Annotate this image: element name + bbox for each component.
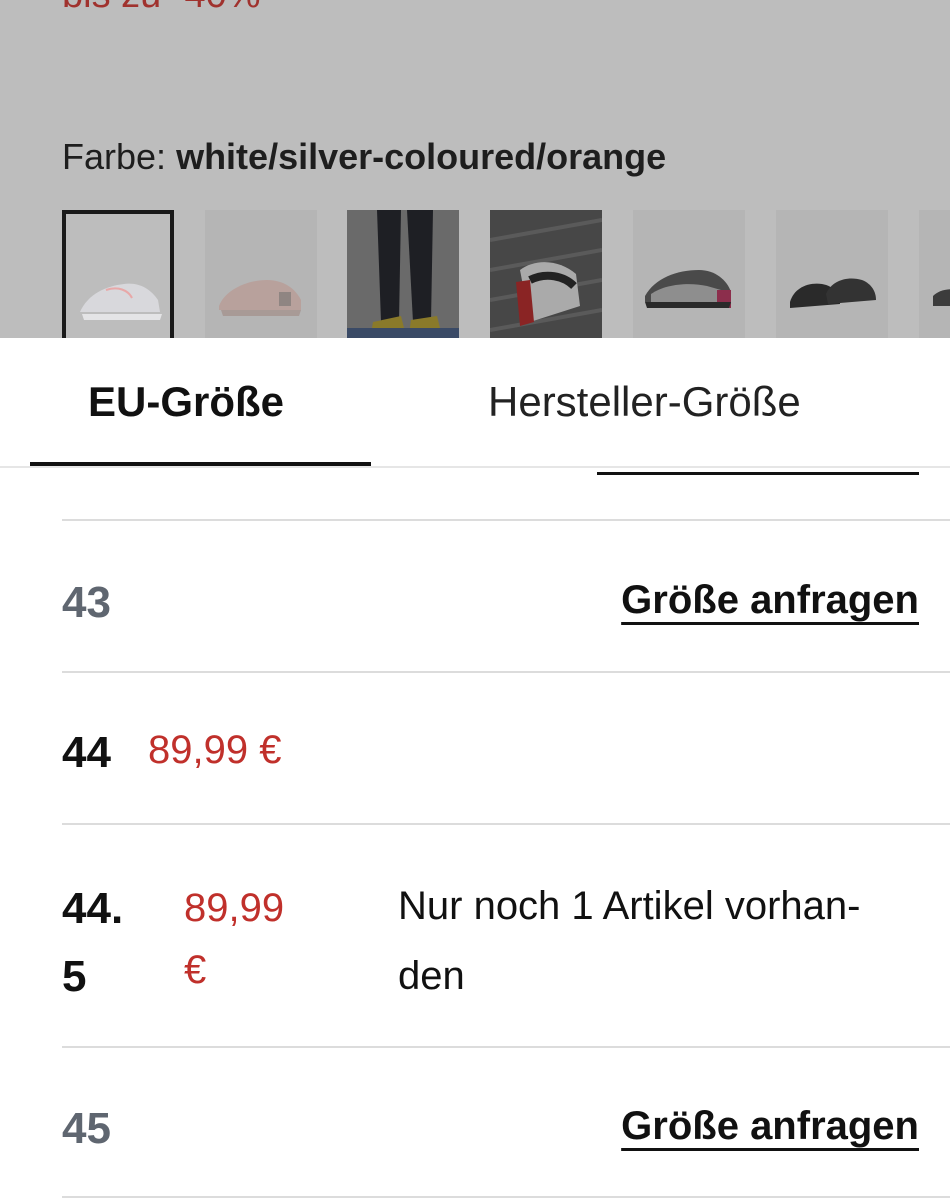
size-selection-sheet: EU-Größe Hersteller-Größe 43 Größe anfra… (0, 338, 950, 1200)
row-divider (62, 1196, 950, 1198)
promo-text: bis zu -40% (62, 0, 261, 17)
black-sneaker-thumbnail[interactable] (776, 210, 888, 338)
size-price-line2: € (184, 948, 207, 992)
color-thumbnails (62, 210, 950, 338)
row-divider (62, 671, 950, 673)
black-red-sneaker-thumbnail[interactable] (490, 210, 602, 338)
worn-trousers-thumbnail[interactable] (347, 210, 459, 338)
size-price: 89,99 € (148, 728, 282, 772)
pink-sneaker-thumbnail[interactable] (205, 210, 317, 338)
product-details-dimmed: bis zu -40% Farbe: white/silver-coloured… (0, 0, 950, 338)
silver-pink-sneaker-thumbnail[interactable] (633, 210, 745, 338)
color-label: Farbe: (62, 136, 167, 177)
tabs-divider (0, 466, 950, 468)
low-stock-notice-line1: Nur noch 1 Artikel vorhan- (398, 884, 861, 928)
size-value-45: 45 (62, 1104, 111, 1153)
size-value-44-5-line1[interactable]: 44. (62, 884, 123, 934)
partial-request-size-link[interactable] (597, 472, 919, 475)
request-size-link[interactable]: Größe anfragen (621, 1104, 919, 1149)
white-sneaker-thumbnail[interactable] (62, 210, 174, 338)
low-stock-notice-line2: den (398, 954, 465, 998)
size-value-43: 43 (62, 578, 111, 627)
tab-manufacturer-size[interactable]: Hersteller-Größe (488, 378, 801, 426)
color-line: Farbe: white/silver-coloured/orange (62, 136, 666, 178)
size-tabs: EU-Größe Hersteller-Größe (0, 338, 950, 468)
size-value-44-5-line2[interactable]: 5 (62, 952, 86, 1002)
row-divider (62, 823, 950, 825)
row-divider (62, 1046, 950, 1048)
request-size-link[interactable]: Größe anfragen (621, 578, 919, 623)
row-divider (62, 519, 950, 521)
tab-eu-size[interactable]: EU-Größe (88, 378, 284, 426)
size-price-line1: 89,99 (184, 886, 285, 930)
color-value: white/silver-coloured/orange (176, 136, 667, 177)
partial-sneaker-thumbnail[interactable] (919, 210, 950, 338)
size-value-44[interactable]: 44 (62, 728, 111, 778)
